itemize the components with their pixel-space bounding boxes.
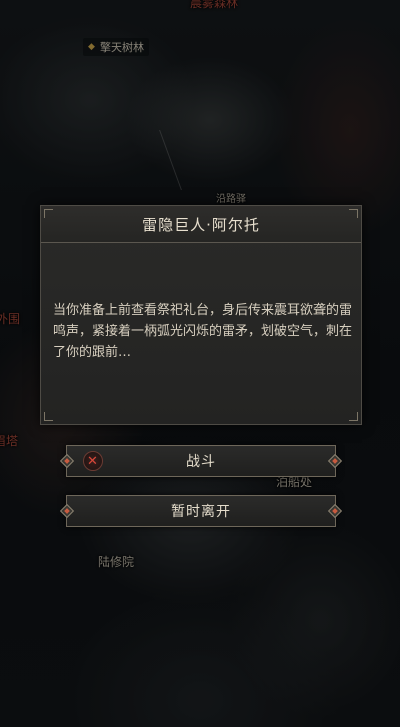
dialog-header: 雷隐巨人·阿尔托 [41, 206, 361, 243]
dialog-body-text: 当你准备上前查看祭祀礼台，身后传来震耳欲聋的雷鸣声，紧接着一柄弧光闪烁的雷矛，划… [53, 303, 353, 360]
leave-button-label: 暂时离开 [171, 504, 231, 520]
corner-ornament [44, 412, 53, 421]
crossed-swords-icon: ✕ [83, 451, 103, 471]
leave-button[interactable]: 暂时离开 [59, 495, 343, 527]
fight-button-label: 战斗 [186, 454, 216, 470]
dialog-title: 雷隐巨人·阿尔托 [142, 215, 260, 234]
fight-button[interactable]: ✕ 战斗 [59, 445, 343, 477]
corner-ornament [349, 412, 358, 421]
event-dialog: 雷隐巨人·阿尔托 当你准备上前查看祭祀礼台，身后传来震耳欲聋的雷鸣声，紧接着一柄… [40, 205, 362, 425]
corner-ornament [44, 209, 53, 218]
corner-ornament [349, 209, 358, 218]
